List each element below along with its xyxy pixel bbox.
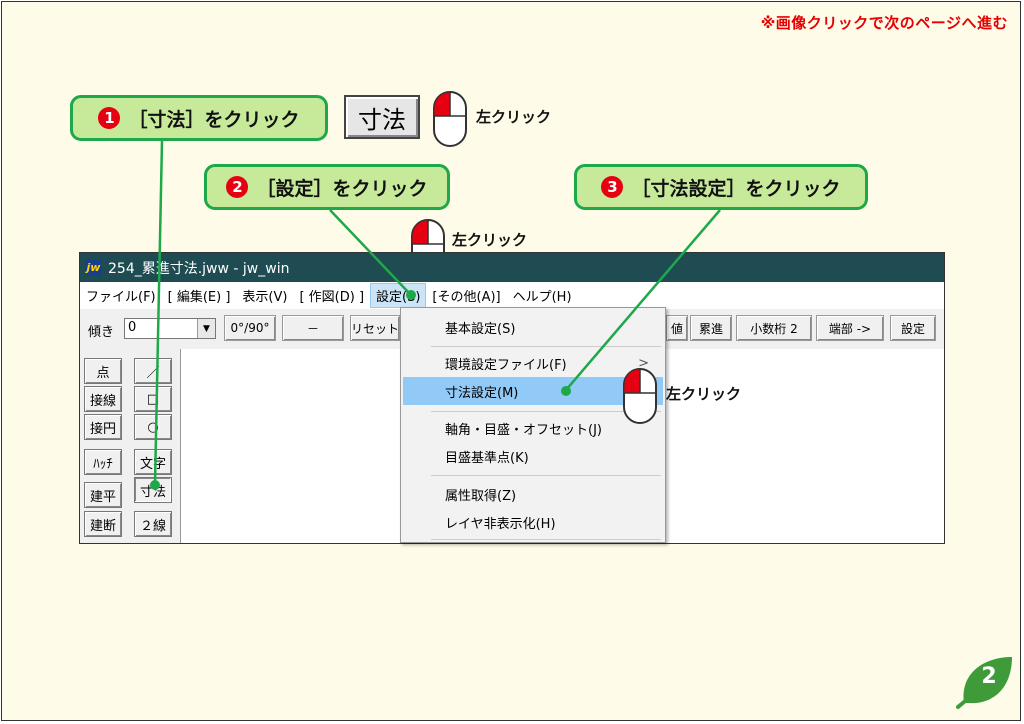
angle-toggle-button[interactable]: 0°/90° bbox=[224, 315, 276, 341]
tool-circle[interactable]: ○ bbox=[134, 414, 172, 440]
tool-architectural-section[interactable]: 建断 bbox=[84, 511, 122, 537]
tool-dimension[interactable]: 寸法 bbox=[134, 477, 172, 503]
chevron-down-icon[interactable]: ▼ bbox=[197, 319, 215, 338]
mouse-left-click-icon bbox=[433, 91, 467, 147]
menu-other[interactable]: [その他(A)] bbox=[426, 286, 506, 305]
menu-item-hide-layer[interactable]: レイヤ非表示化(H) bbox=[403, 508, 663, 536]
callout-step-3: 3 ［寸法設定］をクリック bbox=[574, 164, 868, 210]
dimension-button-large[interactable]: 寸法 bbox=[344, 95, 420, 139]
end-button[interactable]: 端部 -> bbox=[816, 315, 884, 341]
value-button[interactable]: 値 bbox=[666, 315, 688, 341]
tilt-value: 0 bbox=[128, 320, 137, 335]
tilt-combobox[interactable]: 0 ▼ bbox=[124, 318, 216, 339]
minus-button[interactable]: － bbox=[282, 315, 344, 341]
tool-panel: 点 接線 接円 ﾊｯﾁ 建平 建断 ／ □ ○ 文字 寸法 ２線 bbox=[80, 349, 180, 543]
menu-settings[interactable]: 設定(S) bbox=[370, 282, 427, 308]
step-number-3: 3 bbox=[601, 176, 624, 198]
jw-logo-icon: jw bbox=[85, 259, 102, 276]
tool-hatch[interactable]: ﾊｯﾁ bbox=[84, 449, 122, 475]
menu-file[interactable]: ファイル(F) bbox=[80, 286, 162, 305]
title-bar: jw 254_累進寸法.jww - jw_win bbox=[80, 253, 944, 282]
tool-architectural-plan[interactable]: 建平 bbox=[84, 482, 122, 508]
settings-dropdown: 基本設定(S) 環境設定ファイル(F) > 寸法設定(M) 軸角・目盛・オフセッ… bbox=[400, 307, 666, 543]
page-number: 2 bbox=[981, 664, 997, 689]
tool-tangent-circle[interactable]: 接円 bbox=[84, 414, 122, 440]
menu-draw[interactable]: [ 作図(D) ] bbox=[293, 286, 370, 305]
step-number-1: 1 bbox=[98, 107, 121, 129]
tool-rectangle[interactable]: □ bbox=[134, 386, 172, 412]
callout-step-2: 2 ［設定］をクリック bbox=[204, 164, 450, 210]
window-title: 254_累進寸法.jww - jw_win bbox=[108, 260, 290, 277]
menu-item-scale-reference[interactable]: 目盛基準点(K) bbox=[403, 442, 663, 470]
callout-step-1: 1 ［寸法］をクリック bbox=[70, 95, 328, 141]
tool-line[interactable]: ／ bbox=[134, 358, 172, 384]
left-click-label-3: 左クリック bbox=[666, 385, 742, 403]
tool-double-line[interactable]: ２線 bbox=[134, 511, 172, 537]
menu-help[interactable]: ヘルプ(H) bbox=[507, 286, 578, 305]
tool-point[interactable]: 点 bbox=[84, 358, 122, 384]
menu-item-basic-settings[interactable]: 基本設定(S) bbox=[403, 313, 663, 341]
menu-separator bbox=[431, 539, 661, 540]
tilt-label: 傾き bbox=[88, 325, 115, 340]
left-click-label-1: 左クリック bbox=[476, 108, 552, 126]
next-page-note: ※画像クリックで次のページへ進む bbox=[760, 14, 1008, 32]
callout-step-3-text: ［寸法設定］をクリック bbox=[631, 177, 841, 200]
menu-view[interactable]: 表示(V) bbox=[236, 286, 293, 305]
left-click-label-2: 左クリック bbox=[452, 231, 528, 249]
tool-text[interactable]: 文字 bbox=[134, 449, 172, 475]
menu-separator bbox=[431, 346, 661, 347]
step-number-2: 2 bbox=[226, 176, 249, 198]
menu-edit[interactable]: [ 編集(E) ] bbox=[162, 286, 237, 305]
menu-item-env-file-label: 環境設定ファイル(F) bbox=[445, 357, 567, 373]
menu-item-get-attributes[interactable]: 属性取得(Z) bbox=[403, 480, 663, 508]
dimension-settings-button[interactable]: 設定 bbox=[890, 315, 936, 341]
callout-step-2-text: ［設定］をクリック bbox=[256, 177, 428, 200]
menu-separator bbox=[431, 475, 661, 476]
callout-step-1-text: ［寸法］をクリック bbox=[128, 108, 300, 131]
cumulative-button[interactable]: 累進 bbox=[690, 315, 732, 341]
tool-tangent[interactable]: 接線 bbox=[84, 386, 122, 412]
mouse-left-click-icon bbox=[623, 368, 657, 424]
decimal-places-button[interactable]: 小数桁 2 bbox=[736, 315, 812, 341]
reset-button[interactable]: リセット bbox=[350, 315, 400, 341]
menu-bar: ファイル(F) [ 編集(E) ] 表示(V) [ 作図(D) ] 設定(S) … bbox=[80, 282, 944, 308]
